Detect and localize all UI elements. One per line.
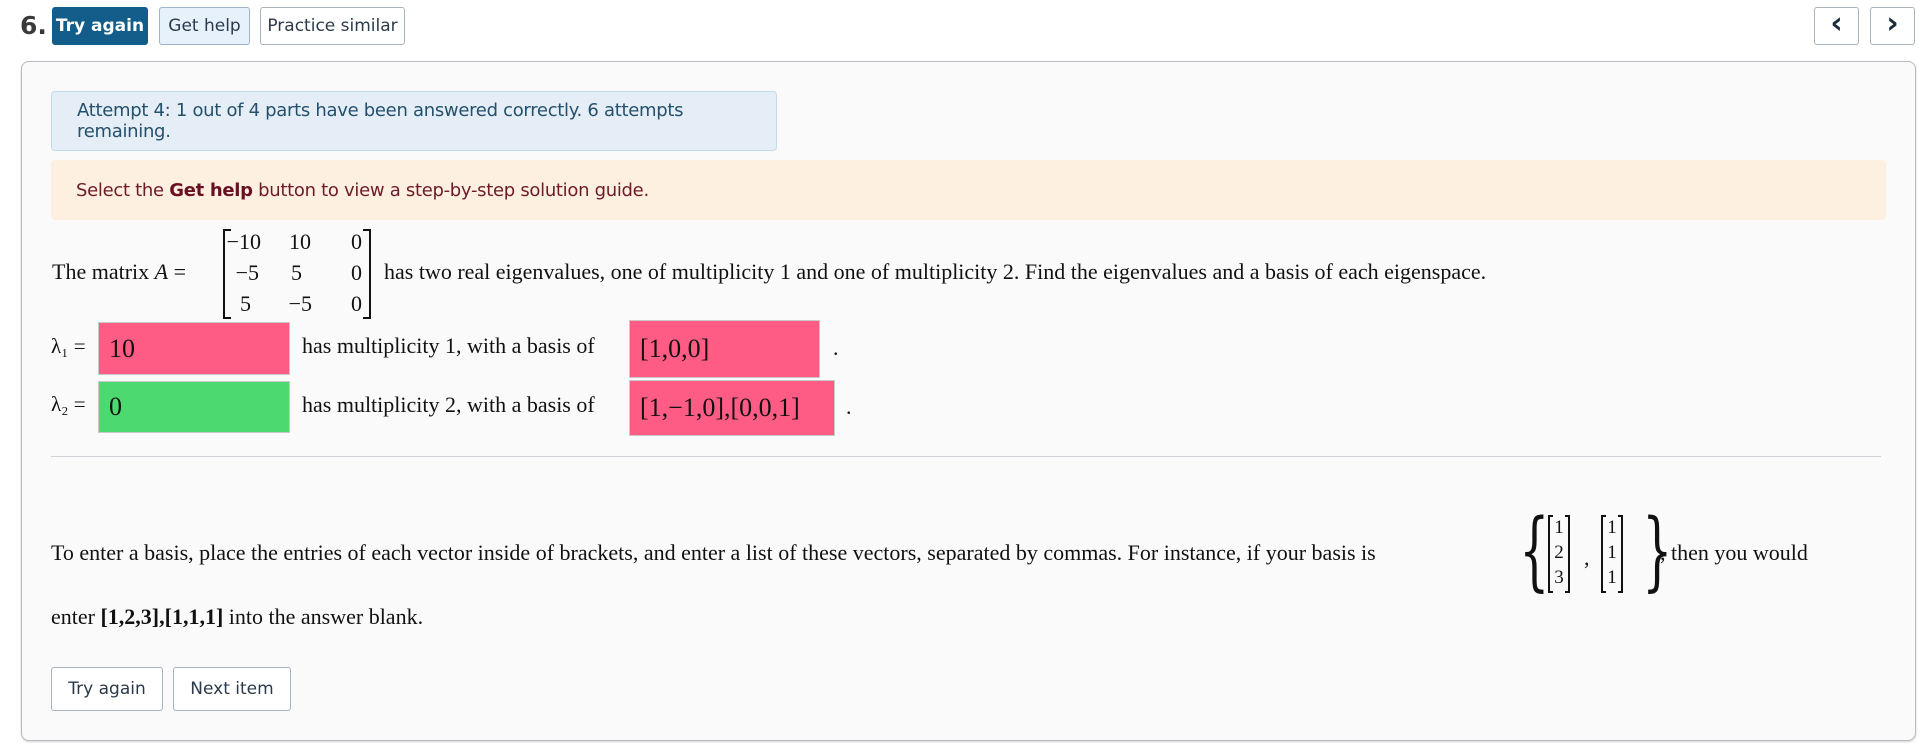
- example-answer: [1,2,3],[1,1,1]: [100, 604, 224, 629]
- help-alert-bold: Get help: [169, 179, 253, 201]
- question-intro-text: The matrix: [52, 259, 155, 284]
- matrix-cell: 10: [289, 229, 311, 254]
- matrix-cell: 5: [291, 260, 302, 285]
- vector-entry: 1: [1607, 517, 1617, 538]
- matrix-cell: 0: [351, 291, 362, 316]
- question-number: 6.: [20, 11, 47, 40]
- matrix-variable: A: [154, 259, 169, 284]
- help-alert-prefix: Select the: [76, 179, 170, 201]
- vector-entry: 1: [1607, 542, 1617, 563]
- matrix-cell: 5: [240, 291, 251, 316]
- question-intro: The matrix A =: [52, 259, 186, 285]
- period: .: [846, 394, 852, 419]
- previous-question-button[interactable]: ‹: [1814, 7, 1859, 45]
- vector-entry: 1: [1607, 567, 1617, 588]
- left-brace: {: [1519, 501, 1550, 601]
- multiplicity-2-text: has multiplicity 2, with a basis of: [302, 392, 595, 417]
- vector-entry: 1: [1554, 517, 1564, 538]
- example-vector-1: 1 2 3: [1548, 515, 1570, 593]
- chevron-right-icon: ›: [1886, 6, 1899, 41]
- basis-2-input[interactable]: [1,−1,0],[0,0,1]: [629, 380, 835, 436]
- matrix-cell: −10: [226, 229, 261, 254]
- lambda-1-label: λ₁ =: [51, 334, 86, 358]
- comma: ,: [1584, 545, 1590, 570]
- period: .: [833, 335, 839, 360]
- matrix-A: −10 10 0 −5 5 0 5 −5 0: [223, 229, 371, 319]
- footer-try-again-button[interactable]: Try again: [51, 667, 163, 711]
- instructions-line-2: enter [1,2,3],[1,1,1] into the answer bl…: [51, 604, 423, 630]
- multiplicity-1-text: has multiplicity 1, with a basis of: [302, 333, 595, 358]
- attempt-status-alert: Attempt 4: 1 out of 4 parts have been an…: [51, 91, 777, 151]
- help-alert-suffix: button to view a step-by-step solution g…: [252, 179, 649, 201]
- matrix-right-bracket: [363, 229, 371, 319]
- attempt-status-text: Attempt 4: 1 out of 4 parts have been an…: [77, 100, 684, 142]
- example-vector-2: 1 1 1: [1601, 515, 1623, 593]
- matrix-cell: 0: [351, 229, 362, 254]
- instructions-line-1-end: , then you would: [1660, 540, 1808, 565]
- lambda-2-label: λ₂ =: [51, 392, 86, 416]
- get-help-button[interactable]: Get help: [159, 7, 250, 45]
- next-item-button[interactable]: Next item: [173, 667, 291, 711]
- instructions-line-2-suffix: into the answer blank.: [223, 604, 424, 629]
- vector-entry: 2: [1554, 542, 1564, 563]
- help-alert: Select the Get help button to view a ste…: [51, 160, 1886, 220]
- matrix-cell: −5: [288, 291, 312, 316]
- equals-sign: =: [168, 259, 187, 284]
- try-again-button[interactable]: Try again: [52, 7, 148, 45]
- instructions-line-2-prefix: enter: [51, 604, 101, 629]
- chevron-left-icon: ‹: [1830, 6, 1843, 41]
- basis-1-input[interactable]: [1,0,0]: [629, 320, 820, 378]
- matrix-cell: 0: [351, 260, 362, 285]
- question-statement: has two real eigenvalues, one of multipl…: [384, 259, 1487, 284]
- eigenvalue-2-input[interactable]: 0: [98, 381, 290, 433]
- vector-entry: 3: [1554, 567, 1564, 588]
- divider: [51, 456, 1881, 457]
- practice-similar-button[interactable]: Practice similar: [260, 7, 405, 45]
- instructions-line-1: To enter a basis, place the entries of e…: [51, 540, 1376, 565]
- matrix-cell: −5: [235, 260, 259, 285]
- eigenvalue-1-input[interactable]: 10: [98, 322, 290, 375]
- next-question-button[interactable]: ›: [1870, 7, 1915, 45]
